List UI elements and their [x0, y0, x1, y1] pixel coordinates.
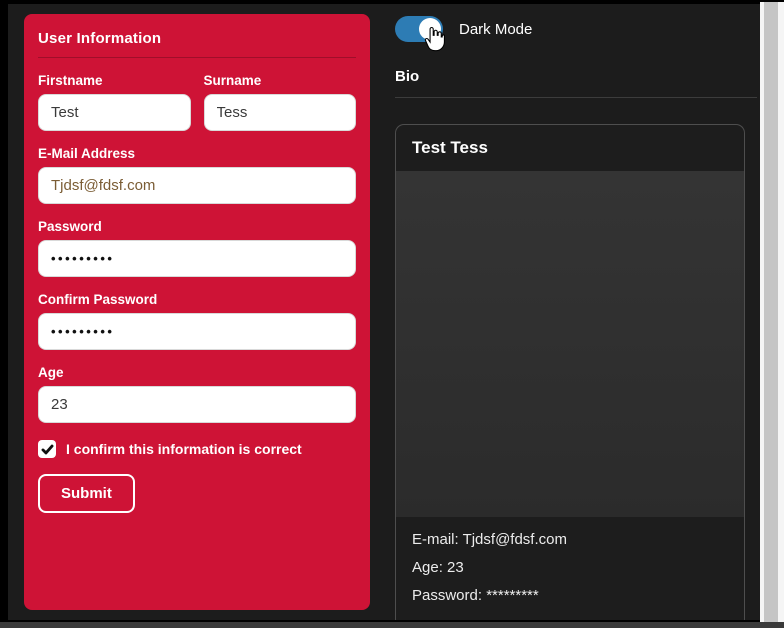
confirm-checkbox-label: I confirm this information is correct — [66, 441, 302, 457]
password-label: Password — [38, 219, 356, 234]
bio-email-line: E-mail: Tjdsf@fdsf.com — [412, 531, 728, 548]
user-info-panel: User Information Firstname Surname E-Mai… — [24, 14, 370, 610]
bio-section: Dark Mode Bio Test Tess E-mail: Tjdsf@fd… — [395, 15, 757, 620]
bio-age-line: Age: 23 — [412, 559, 728, 576]
confirm-password-label: Confirm Password — [38, 292, 356, 307]
bio-divider — [395, 97, 757, 98]
dark-mode-row: Dark Mode — [395, 15, 757, 43]
firstname-input[interactable] — [38, 94, 191, 131]
firstname-label: Firstname — [38, 73, 191, 88]
bio-heading: Bio — [395, 68, 757, 85]
bio-card-body — [396, 171, 744, 517]
surname-input[interactable] — [204, 94, 357, 131]
bio-card: Test Tess E-mail: Tjdsf@fdsf.com Age: 23… — [395, 124, 745, 620]
submit-button[interactable]: Submit — [38, 474, 135, 513]
surname-field-group: Surname — [204, 58, 357, 131]
firstname-field-group: Firstname — [38, 58, 191, 131]
bottom-edge — [0, 622, 784, 628]
bio-card-footer: E-mail: Tjdsf@fdsf.com Age: 23 Password:… — [396, 517, 744, 620]
dark-mode-toggle[interactable] — [395, 16, 443, 42]
email-label: E-Mail Address — [38, 146, 356, 161]
password-input[interactable] — [38, 240, 356, 277]
bio-password-line: Password: ********* — [412, 587, 728, 604]
panel-title: User Information — [38, 30, 356, 47]
confirm-checkbox[interactable] — [38, 440, 56, 458]
confirm-checkbox-row: I confirm this information is correct — [38, 440, 356, 458]
age-label: Age — [38, 365, 356, 380]
bio-card-title: Test Tess — [396, 125, 744, 171]
dark-mode-label: Dark Mode — [459, 21, 532, 38]
confirm-password-input[interactable] — [38, 313, 356, 350]
scrollbar[interactable] — [760, 2, 784, 622]
checkmark-icon — [41, 443, 54, 456]
scrollbar-thumb[interactable] — [764, 2, 778, 622]
name-fields-row: Firstname Surname — [38, 58, 356, 131]
surname-label: Surname — [204, 73, 357, 88]
email-input[interactable] — [38, 167, 356, 204]
age-input[interactable] — [38, 386, 356, 423]
hand-cursor-icon — [423, 25, 445, 52]
app-background: User Information Firstname Surname E-Mai… — [8, 4, 760, 620]
